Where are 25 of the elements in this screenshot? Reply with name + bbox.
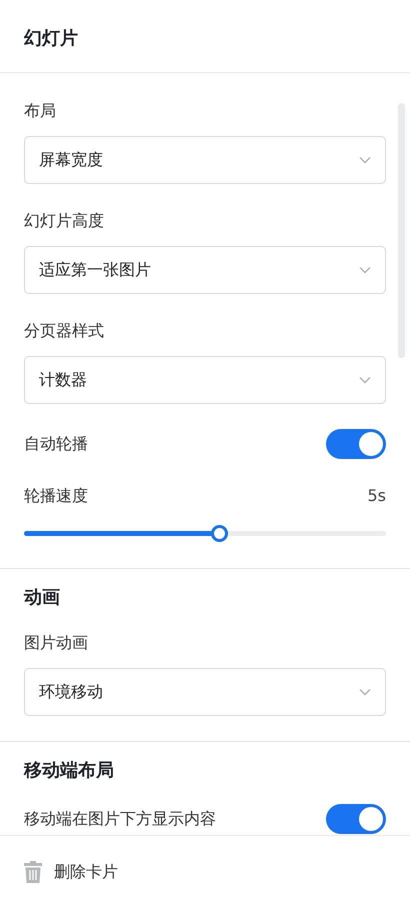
toggle-switch[interactable] xyxy=(326,804,386,834)
chevron-down-icon xyxy=(359,156,371,164)
toggle-switch[interactable] xyxy=(326,429,386,459)
chevron-down-icon xyxy=(359,688,371,696)
field-label: 图片动画 xyxy=(24,632,89,654)
dropdown-select[interactable]: 适应第一张图片 xyxy=(24,246,386,294)
slider-value: 5s xyxy=(367,485,386,507)
section-heading: 移动端布局 xyxy=(24,759,115,783)
chevron-down-icon xyxy=(359,266,371,274)
dropdown-select[interactable]: 屏幕宽度 xyxy=(24,136,386,184)
toggle-label: 移动端在图片下方显示内容 xyxy=(24,808,216,830)
field-label: 分页器样式 xyxy=(24,320,105,342)
chevron-down-icon xyxy=(359,376,371,384)
slider-thumb[interactable] xyxy=(211,525,228,542)
field-label: 布局 xyxy=(24,100,57,122)
panel-title: 幻灯片 xyxy=(24,26,78,50)
toggle-label: 自动轮播 xyxy=(24,433,88,455)
delete-card-button[interactable]: 删除卡片 xyxy=(24,860,118,884)
trash-icon xyxy=(24,860,42,882)
slider-track[interactable] xyxy=(24,525,386,542)
dropdown-select[interactable]: 计数器 xyxy=(24,356,386,404)
dropdown-select[interactable]: 环境移动 xyxy=(24,668,386,716)
section-heading: 动画 xyxy=(24,586,61,610)
field-label: 幻灯片高度 xyxy=(24,210,105,232)
slider-label: 轮播速度 xyxy=(24,485,88,507)
